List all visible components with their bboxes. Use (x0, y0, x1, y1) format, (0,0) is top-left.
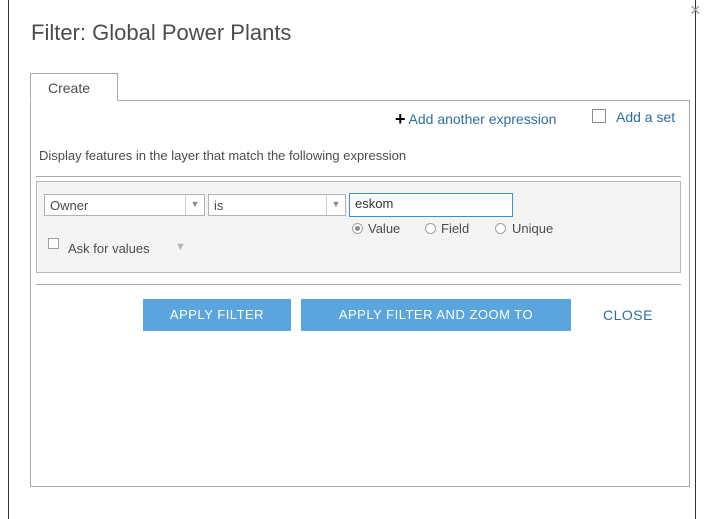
ask-for-values-checkbox[interactable] (48, 238, 59, 249)
expression-hint: Display features in the layer that match… (39, 148, 407, 163)
unique-radio[interactable] (495, 223, 506, 234)
caret-down-icon: ▼ (185, 195, 204, 215)
operator-select[interactable]: is ▼ (208, 194, 346, 216)
apply-filter-zoom-button[interactable]: APPLY FILTER AND ZOOM TO (301, 299, 571, 331)
value-radio-label: Value (368, 221, 401, 236)
apply-filter-button[interactable]: APPLY FILTER (143, 299, 291, 331)
field-radio-label: Field (441, 221, 470, 236)
caret-down-icon[interactable]: ▼ (175, 241, 186, 253)
field-radio[interactable] (425, 223, 436, 234)
divider (36, 176, 681, 177)
value-input[interactable]: eskom (349, 193, 513, 217)
dialog-title: Filter: Global Power Plants (31, 20, 292, 45)
add-expression-link[interactable]: + Add another expression (395, 109, 556, 130)
unique-radio-label: Unique (512, 221, 554, 236)
close-button[interactable]: CLOSE (603, 307, 653, 323)
caret-down-icon: ▼ (326, 195, 345, 215)
value-radio[interactable] (352, 223, 363, 234)
ask-for-values-label: Ask for values (68, 241, 150, 256)
operator-select-value: is (214, 198, 224, 213)
tab-create[interactable]: Create (30, 73, 118, 101)
add-set-checkbox[interactable] (592, 109, 606, 123)
add-set-label[interactable]: Add a set (616, 109, 675, 125)
divider (36, 284, 681, 285)
close-icon[interactable]: × (690, 1, 706, 19)
field-select-value: Owner (50, 198, 89, 213)
plus-icon: + (395, 109, 406, 129)
add-expression-label: Add another expression (408, 111, 557, 127)
field-select[interactable]: Owner ▼ (44, 194, 205, 216)
